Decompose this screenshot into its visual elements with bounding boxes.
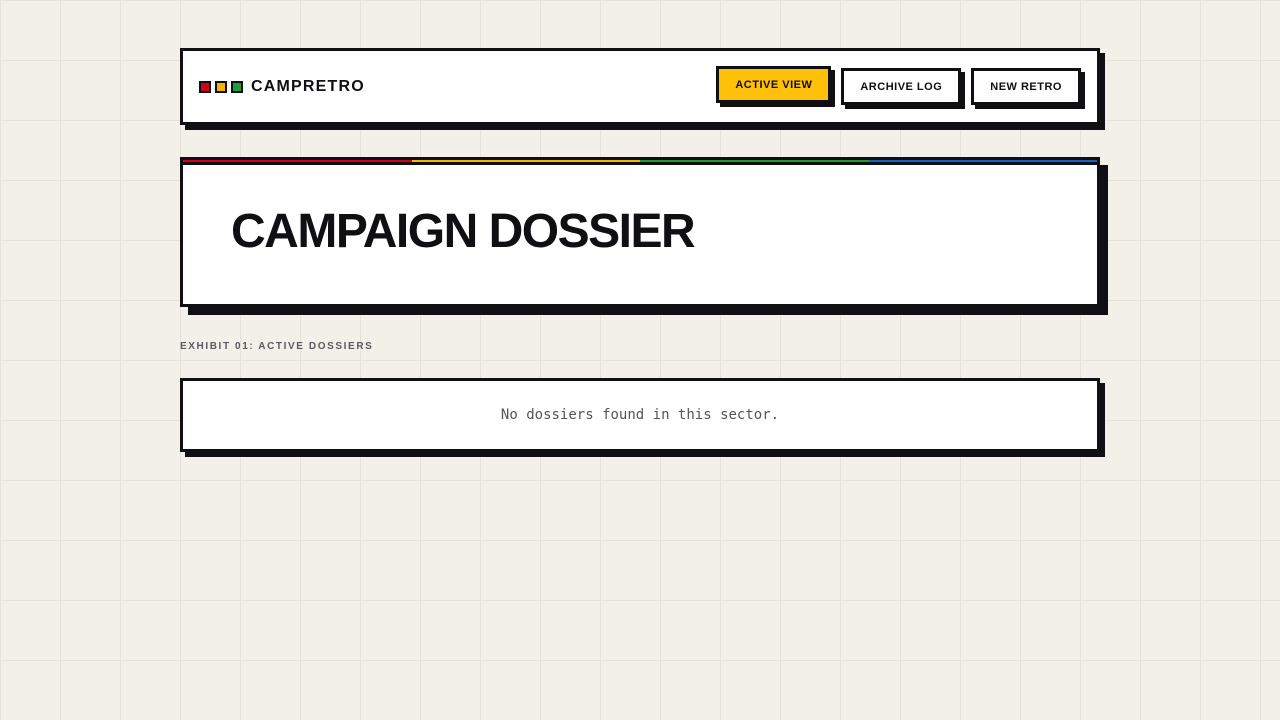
stripe-segment [183, 160, 412, 162]
stripe-segment [640, 160, 869, 162]
archive-log-button[interactable]: ARCHIVE LOG [841, 68, 962, 105]
page-title: CAMPAIGN DOSSIER [231, 205, 696, 258]
dossier-list-empty-state: No dossiers found in this sector. [180, 378, 1100, 452]
top-nav-bar: CAMPRETRO ACTIVE VIEW ARCHIVE LOG NEW RE… [180, 48, 1100, 125]
color-stripe [183, 160, 1097, 165]
new-retro-button[interactable]: NEW RETRO [971, 68, 1081, 105]
red-square-icon [199, 80, 211, 93]
green-square-icon [231, 80, 243, 93]
brand-squares-icon [199, 80, 243, 93]
active-view-button[interactable]: ACTIVE VIEW [716, 66, 832, 103]
nav-buttons: ACTIVE VIEW ARCHIVE LOG NEW RETRO [716, 66, 1081, 105]
section-label: EXHIBIT 01: ACTIVE DOSSIERS [180, 341, 374, 352]
stripe-segment [868, 160, 1097, 162]
yellow-square-icon [215, 80, 227, 93]
brand-logo[interactable]: CAMPRETRO [199, 78, 365, 96]
stripe-segment [411, 160, 640, 162]
brand-name: CAMPRETRO [251, 77, 365, 95]
empty-state-message: No dossiers found in this sector. [500, 407, 780, 423]
hero-panel: CAMPAIGN DOSSIER [180, 157, 1100, 307]
